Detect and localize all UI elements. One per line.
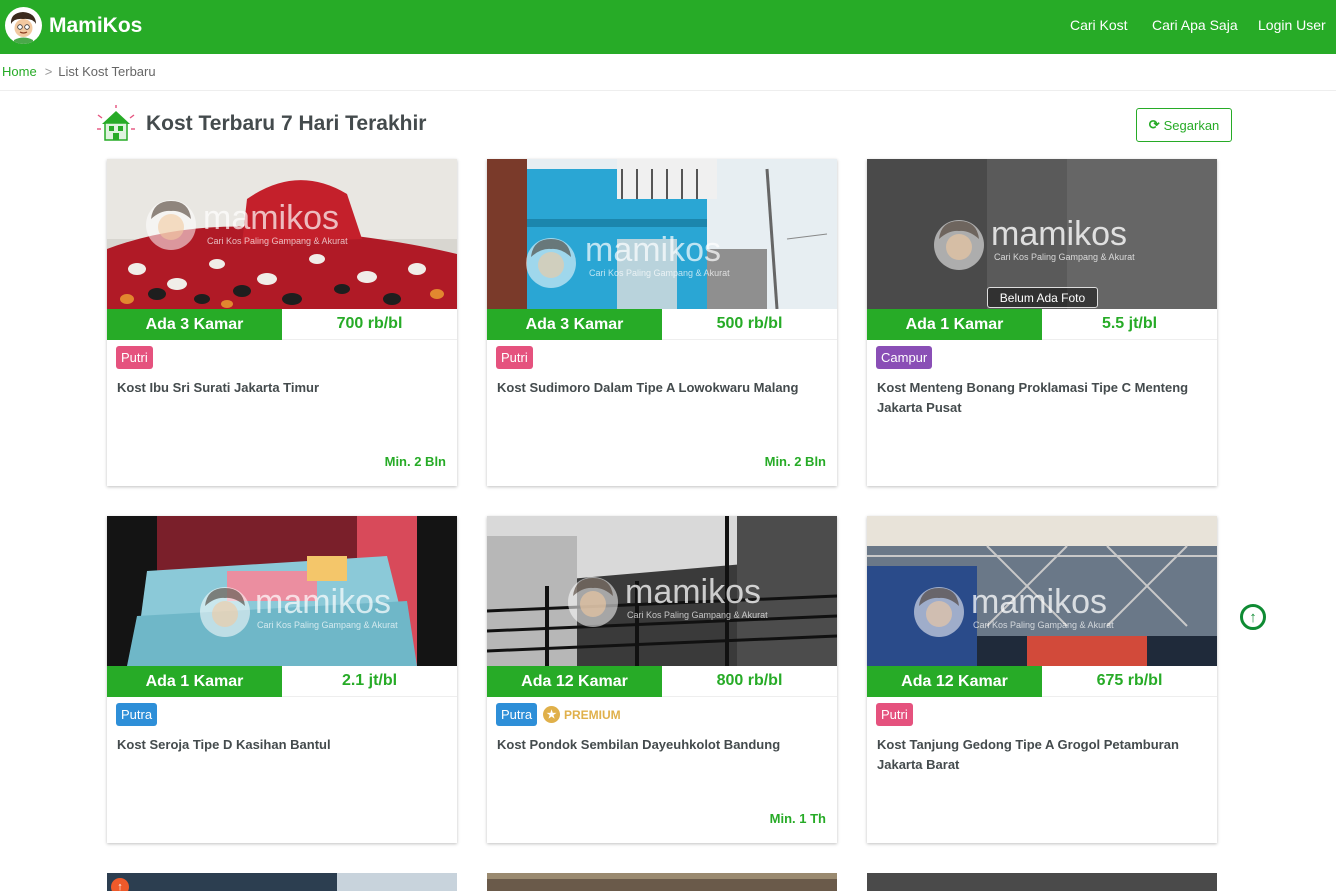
star-icon: ★: [543, 706, 560, 723]
watermark-tagline: Cari Kos Paling Gampang & Akurat: [257, 620, 398, 630]
breadcrumb-separator: >: [44, 64, 53, 79]
kost-name[interactable]: Kost Menteng Bonang Proklamasi Tipe C Me…: [877, 378, 1197, 418]
nav-cari-apa-saja[interactable]: Cari Apa Saja: [1152, 17, 1238, 33]
mamikos-watermark: mamikos Cari Kos Paling Gampang & Akurat: [487, 159, 837, 309]
premium-badge: ★ PREMIUM: [543, 706, 621, 723]
mamikos-watermark: mamikos Cari Kos Paling Gampang & Akurat: [107, 159, 457, 309]
mamikos-watermark: mamikos Cari Kos Paling Gampang & Akurat…: [867, 159, 1217, 309]
no-photo-label: Belum Ada Foto: [987, 287, 1098, 308]
refresh-icon: ⟳: [1148, 117, 1160, 132]
kost-card[interactable]: mamikos Cari Kos Paling Gampang & Akurat…: [867, 159, 1217, 486]
refresh-button[interactable]: ⟳ Segarkan: [1136, 108, 1232, 142]
price: 500 rb/bl: [662, 309, 837, 340]
watermark-tagline: Cari Kos Paling Gampang & Akurat: [207, 236, 348, 246]
min-stay: Min. 2 Bln: [764, 454, 826, 469]
kost-name[interactable]: Kost Seroja Tipe D Kasihan Bantul: [117, 735, 437, 755]
price: 800 rb/bl: [662, 666, 837, 697]
price: 2.1 jt/bl: [282, 666, 457, 697]
mamikos-mascot-icon: [5, 7, 42, 44]
refresh-label: Segarkan: [1163, 117, 1220, 133]
nav-cari-kost[interactable]: Cari Kost: [1070, 17, 1128, 33]
nav-login-user[interactable]: Login User: [1258, 17, 1326, 33]
gender-badge: Campur: [876, 346, 933, 369]
watermark-tagline: Cari Kos Paling Gampang & Akurat: [973, 620, 1114, 630]
watermark-text: mamikos: [625, 573, 762, 611]
kost-name[interactable]: Kost Pondok Sembilan Dayeuhkolot Bandung: [497, 735, 817, 755]
upload-icon: ↑: [111, 878, 129, 891]
kost-card[interactable]: mamikos Cari Kos Paling Gampang & Akurat…: [487, 516, 837, 843]
kost-card-peek[interactable]: [487, 873, 837, 891]
watermark-text: mamikos: [991, 215, 1128, 253]
gender-badge: Putri: [116, 346, 153, 369]
brand-logo[interactable]: MamiKos: [5, 7, 142, 44]
gender-badge: Putra: [116, 703, 158, 726]
watermark-tagline: Cari Kos Paling Gampang & Akurat: [994, 252, 1135, 262]
header-divider: [0, 90, 1336, 91]
scroll-to-top-icon[interactable]: ↑: [1240, 604, 1266, 630]
watermark-text: mamikos: [255, 583, 392, 621]
room-availability: Ada 12 Kamar: [487, 666, 662, 697]
kost-card-peek[interactable]: [867, 873, 1217, 891]
kost-card-peek[interactable]: ↑: [107, 873, 457, 891]
breadcrumb-current: List Kost Terbaru: [58, 64, 156, 79]
room-availability: Ada 3 Kamar: [487, 309, 662, 340]
kost-card[interactable]: mamikos Cari Kos Paling Gampang & Akurat…: [107, 159, 457, 486]
min-stay: Min. 2 Bln: [384, 454, 446, 469]
premium-label: PREMIUM: [564, 707, 621, 722]
kost-card[interactable]: mamikos Cari Kos Paling Gampang & Akurat…: [107, 516, 457, 843]
kost-card[interactable]: mamikos Cari Kos Paling Gampang & Akurat…: [867, 516, 1217, 843]
gender-badge: Putra: [496, 703, 538, 726]
min-stay: Min. 1 Th: [769, 811, 826, 826]
house-icon: [95, 105, 137, 143]
watermark-text: mamikos: [971, 583, 1108, 621]
price: 5.5 jt/bl: [1042, 309, 1217, 340]
price: 675 rb/bl: [1042, 666, 1217, 697]
watermark-text: mamikos: [203, 199, 340, 237]
kost-card[interactable]: mamikos Cari Kos Paling Gampang & Akurat…: [487, 159, 837, 486]
breadcrumb: Home > List Kost Terbaru: [2, 64, 156, 79]
room-availability: Ada 3 Kamar: [107, 309, 282, 340]
mamikos-watermark: mamikos Cari Kos Paling Gampang & Akurat: [107, 516, 457, 666]
kost-name[interactable]: Kost Ibu Sri Surati Jakarta Timur: [117, 378, 437, 398]
watermark-text: mamikos: [585, 231, 722, 269]
gender-badge: Putri: [496, 346, 533, 369]
breadcrumb-home[interactable]: Home: [2, 64, 37, 79]
watermark-tagline: Cari Kos Paling Gampang & Akurat: [589, 268, 730, 278]
gender-badge: Putri: [876, 703, 913, 726]
mamikos-watermark: mamikos Cari Kos Paling Gampang & Akurat: [487, 516, 837, 666]
room-availability: Ada 1 Kamar: [107, 666, 282, 697]
mamikos-watermark: mamikos Cari Kos Paling Gampang & Akurat: [867, 516, 1217, 666]
room-availability: Ada 1 Kamar: [867, 309, 1042, 340]
watermark-tagline: Cari Kos Paling Gampang & Akurat: [627, 610, 768, 620]
kost-name[interactable]: Kost Sudimoro Dalam Tipe A Lowokwaru Mal…: [497, 378, 817, 398]
brand-name: MamiKos: [49, 13, 143, 37]
page-title: Kost Terbaru 7 Hari Terakhir: [146, 112, 427, 135]
top-navbar: MamiKos Cari Kost Cari Apa Saja Login Us…: [0, 0, 1336, 54]
price: 700 rb/bl: [282, 309, 457, 340]
kost-name[interactable]: Kost Tanjung Gedong Tipe A Grogol Petamb…: [877, 735, 1197, 775]
room-availability: Ada 12 Kamar: [867, 666, 1042, 697]
